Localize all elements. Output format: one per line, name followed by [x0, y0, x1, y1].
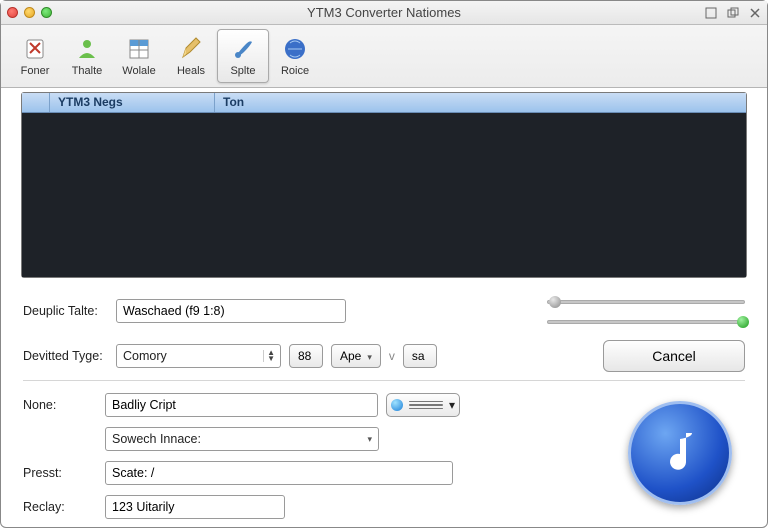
toolbar-thalte[interactable]: Thalte	[61, 29, 113, 83]
none-input[interactable]	[105, 393, 378, 417]
toolbar-foner[interactable]: Foner	[9, 29, 61, 83]
caret-down-icon	[365, 349, 372, 363]
none-label: None:	[23, 398, 73, 412]
toolbar-label: Foner	[21, 65, 50, 77]
pencil-icon	[178, 36, 204, 62]
presst-input[interactable]	[105, 461, 453, 485]
deuplic-input[interactable]	[116, 299, 346, 323]
table-header: YTM3 Negs Ton	[22, 93, 746, 113]
btn-sa[interactable]: sa	[403, 344, 437, 368]
toolbar-label: Heals	[177, 65, 205, 77]
toolbar-label: Thalte	[72, 65, 103, 77]
convert-button[interactable]	[628, 401, 732, 505]
devitted-combo[interactable]: Comory ▲▼	[116, 344, 281, 368]
devitted-label: Devitted Tyge:	[23, 349, 108, 363]
toolbar: Foner Thalte Wolale Heals Splte Roice	[1, 25, 767, 88]
toolbar-roice[interactable]: Roice	[269, 29, 321, 83]
deuplic-label: Deuplic Talte:	[23, 304, 108, 318]
btn-ape[interactable]: Ape	[331, 344, 381, 368]
combo-handles-icon: ▲▼	[263, 350, 278, 362]
sowech-value: Sowech Innace:	[112, 432, 363, 446]
btn-88[interactable]: 88	[289, 344, 323, 368]
preset-pill-combo[interactable]: ▾	[386, 393, 460, 417]
table-icon	[126, 36, 152, 62]
globe-icon	[282, 36, 308, 62]
sep-v: v	[389, 349, 395, 363]
foner-icon	[22, 36, 48, 62]
slider-bottom[interactable]	[547, 316, 745, 328]
toolbar-heals[interactable]: Heals	[165, 29, 217, 83]
titlebar: YTM3 Converter Natiomes	[1, 1, 767, 25]
slider-top[interactable]	[547, 296, 745, 308]
toolbar-wolale[interactable]: Wolale	[113, 29, 165, 83]
table-col-ton[interactable]: Ton	[215, 93, 746, 112]
toolbar-splte[interactable]: Splte	[217, 29, 269, 83]
table-body[interactable]	[22, 113, 746, 277]
sowech-combo[interactable]: Sowech Innace: ▾	[105, 427, 379, 451]
toolbar-label: Splte	[230, 65, 255, 77]
slider-thumb-icon[interactable]	[549, 296, 561, 308]
file-table: YTM3 Negs Ton	[21, 92, 747, 278]
bars-icon	[409, 401, 443, 409]
lower-block: None: ▾ Sowech Innace: ▾ Presst: Reclay:	[1, 381, 767, 519]
devitted-value: Comory	[123, 349, 263, 363]
caret-down-icon: ▾	[363, 434, 376, 445]
gem-icon	[391, 399, 403, 411]
window-title: YTM3 Converter Natiomes	[1, 5, 767, 20]
slider-thumb-icon[interactable]	[737, 316, 749, 328]
person-icon	[74, 36, 100, 62]
toolbar-label: Wolale	[122, 65, 155, 77]
music-note-icon	[652, 425, 708, 481]
cancel-button[interactable]: Cancel	[603, 340, 745, 372]
caret-down-icon: ▾	[449, 398, 455, 412]
form-block: Deuplic Talte: Devitted Tyge: Comory ▲▼ …	[1, 284, 767, 372]
sliders	[547, 294, 745, 328]
table-col-negs[interactable]: YTM3 Negs	[50, 93, 215, 112]
brush-icon	[230, 36, 256, 62]
presst-label: Presst:	[23, 466, 73, 480]
reclay-input[interactable]	[105, 495, 285, 519]
toolbar-label: Roice	[281, 65, 309, 77]
reclay-label: Reclay:	[23, 500, 73, 514]
table-col-checkbox[interactable]	[22, 93, 50, 112]
